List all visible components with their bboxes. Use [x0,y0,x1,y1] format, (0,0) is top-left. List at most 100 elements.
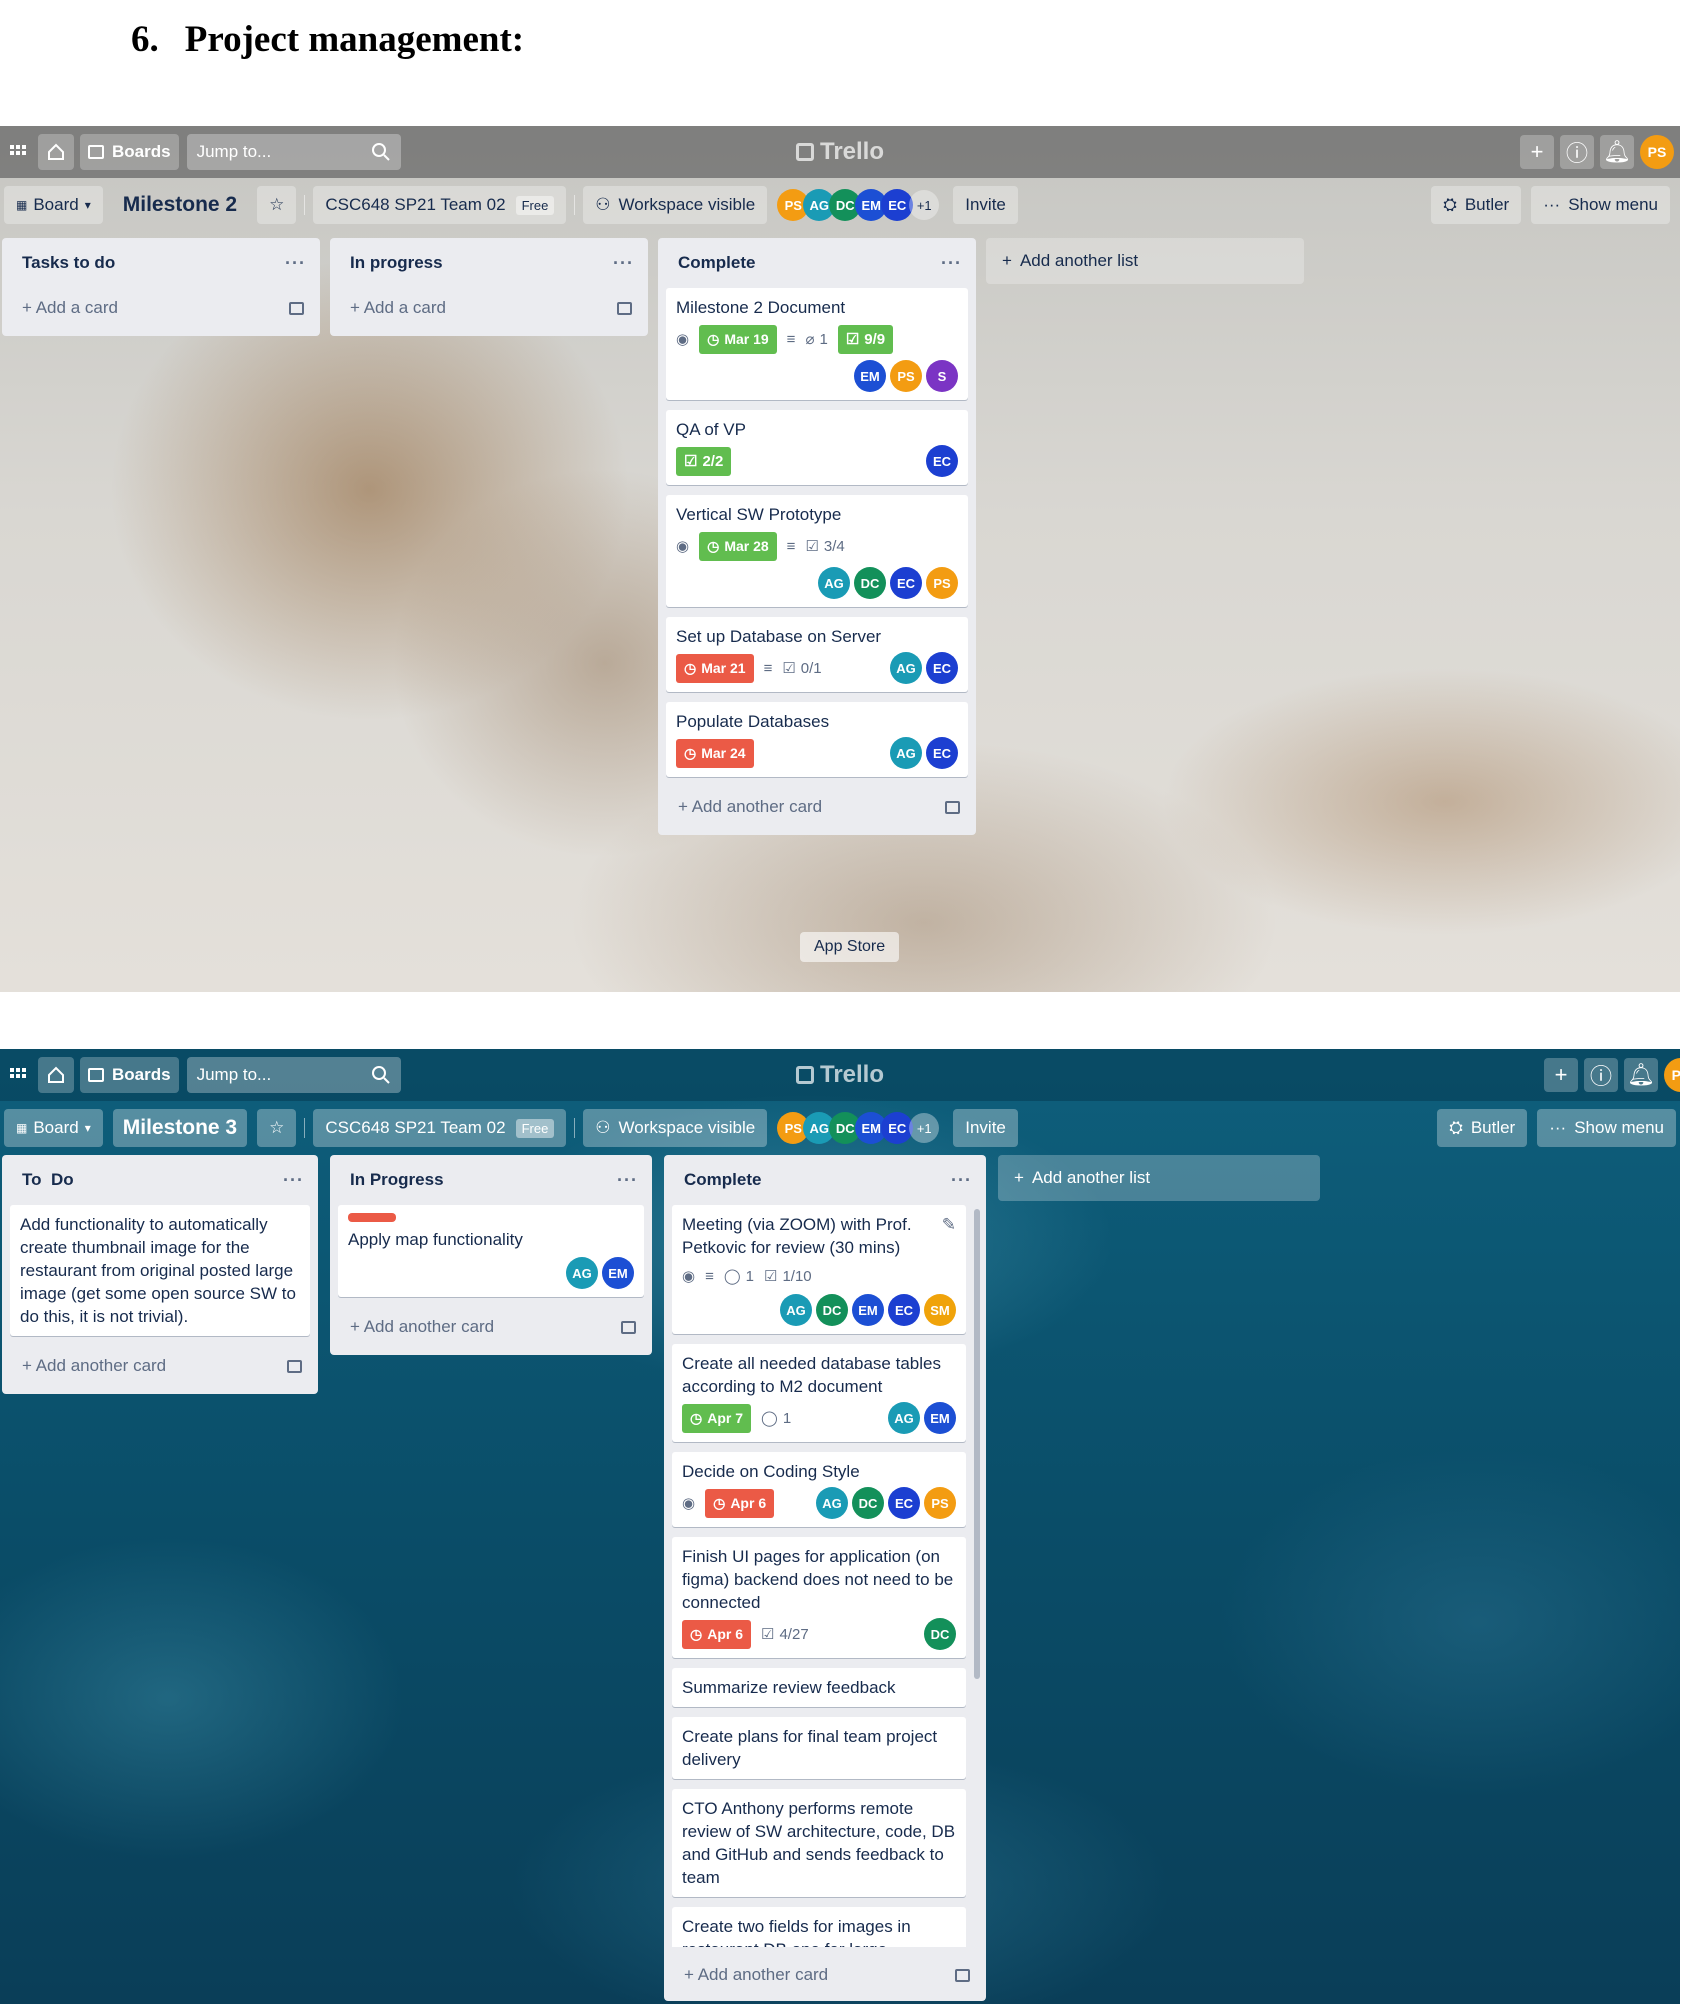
add-list-button[interactable]: + Add another list [986,238,1304,284]
member-avatar[interactable]: EM [602,1257,634,1289]
member-avatar[interactable]: EM [854,360,886,392]
notification-bell-icon[interactable]: 🔔︎ [1600,135,1634,169]
jump-to-search[interactable]: Jump to... [186,1057,401,1093]
add-card-button[interactable]: + Add a card [10,288,312,328]
member-avatar[interactable]: DC [852,1487,884,1519]
list-scrollbar[interactable] [974,1209,980,1679]
more-members-badge[interactable]: +1 [909,1113,940,1143]
card-template-icon[interactable] [955,1968,970,1982]
member-avatar[interactable]: PS [926,567,958,599]
card[interactable]: Summarize review feedback [672,1668,966,1707]
list-title[interactable]: In progress [350,253,443,273]
due-date-badge[interactable]: ◷ Mar 19 [699,325,777,354]
card[interactable]: Set up Database on Server ◷ Mar 21 ≡ ☑ 0/1… [666,617,968,692]
boards-button[interactable]: Boards [80,1057,179,1093]
due-date-badge[interactable]: ◷ Apr 6 [705,1488,775,1518]
list-title[interactable]: Complete [678,253,755,273]
star-icon[interactable]: ☆ [257,1109,297,1147]
due-date-badge[interactable]: ◷ Apr 7 [682,1403,752,1433]
add-list-button[interactable]: + Add another list [998,1155,1320,1201]
card[interactable]: Create two fields for images in restaura… [672,1907,966,1947]
create-plus-icon[interactable]: + [1544,1058,1578,1092]
show-menu-button[interactable]: ··· Show menu [1531,186,1670,224]
edit-pencil-icon[interactable]: ✎ [942,1213,956,1236]
member-avatar[interactable]: PS [890,360,922,392]
visibility-button[interactable]: ⚇ Workspace visible [583,186,768,224]
member-avatar[interactable]: AG [816,1487,848,1519]
due-date-badge[interactable]: ◷ Mar 24 [676,738,754,768]
add-card-button[interactable]: + Add a card [338,288,640,328]
boards-button[interactable]: Boards [80,134,179,170]
card[interactable]: QA of VP ☑ 2/2 EC [666,410,968,485]
workspace-button[interactable]: CSC648 SP21 Team 02 Free [313,186,567,224]
list-menu-icon[interactable]: ··· [941,253,962,274]
due-date-badge[interactable]: ◷ Mar 21 [676,653,754,683]
card[interactable]: Meeting (via ZOOM) with Prof. Petkovic f… [672,1205,966,1334]
list-title[interactable]: In Progress [350,1170,444,1190]
card[interactable]: CTO Anthony performs remote review of SW… [672,1789,966,1897]
jump-to-search[interactable]: Jump to... [186,134,401,170]
member-avatar[interactable]: DC [924,1618,956,1650]
member-avatar[interactable]: DC [816,1294,848,1326]
due-date-badge[interactable]: ◷ Apr 6 [682,1619,752,1649]
member-avatar[interactable]: EM [924,1402,956,1434]
trello-logo[interactable]: Trello [795,138,884,166]
member-avatar[interactable]: AG [818,567,850,599]
star-icon[interactable]: ☆ [257,186,297,224]
list-title[interactable]: To Do [22,1170,74,1190]
home-icon[interactable] [38,1057,74,1093]
card-template-icon[interactable] [945,800,960,814]
member-avatar[interactable]: DC [854,567,886,599]
add-card-button[interactable]: + Add another card [10,1346,310,1386]
card-template-icon[interactable] [289,301,304,315]
add-card-button[interactable]: + Add another card [666,787,968,827]
card[interactable]: Vertical SW Prototype ◉ ◷ Mar 28 ≡ ☑ 3/4 A… [666,495,968,607]
card-template-icon[interactable] [287,1359,302,1373]
create-plus-icon[interactable]: + [1520,135,1554,169]
board-title[interactable]: Milestone 2 [113,186,247,224]
info-icon[interactable]: ⓘ [1560,135,1594,169]
home-icon[interactable] [38,134,74,170]
list-menu-icon[interactable]: ··· [283,1170,304,1191]
card[interactable]: Decide on Coding Style ◉ ◷ Apr 6 AG DC EC… [672,1452,966,1527]
card[interactable]: Apply map functionality AG EM [338,1205,644,1297]
info-icon[interactable]: ⓘ [1584,1058,1618,1092]
card[interactable]: Finish UI pages for application (on figm… [672,1537,966,1658]
user-avatar[interactable]: PS [1664,1058,1680,1092]
member-avatar[interactable]: AG [890,652,922,684]
notification-bell-icon[interactable]: 🔔︎ [1624,1058,1658,1092]
card[interactable]: Create all needed database tables accord… [672,1344,966,1442]
card-template-icon[interactable] [617,301,632,315]
member-avatar[interactable]: EC [926,737,958,769]
member-avatar[interactable]: AG [566,1257,598,1289]
card[interactable]: Populate Databases ◷ Mar 24 AG EC [666,702,968,777]
member-avatar[interactable]: EC [890,567,922,599]
card[interactable]: Add functionality to automatically creat… [10,1205,310,1336]
member-avatar[interactable]: AG [888,1402,920,1434]
member-avatar[interactable]: EC [888,1294,920,1326]
app-store-button[interactable]: App Store [800,932,900,962]
butler-button[interactable]: ⛭ Butler [1437,1109,1528,1147]
trello-logo[interactable]: Trello [795,1061,884,1089]
list-menu-icon[interactable]: ··· [613,253,634,274]
member-avatar[interactable]: PS [924,1487,956,1519]
card[interactable]: Create plans for final team project deli… [672,1717,966,1779]
board-title[interactable]: Milestone 3 [112,1109,248,1147]
member-avatar[interactable]: EC [926,652,958,684]
workspace-button[interactable]: CSC648 SP21 Team 02 Free [313,1109,567,1147]
list-menu-icon[interactable]: ··· [617,1170,638,1191]
invite-button[interactable]: Invite [953,186,1018,224]
list-menu-icon[interactable]: ··· [285,253,306,274]
list-title[interactable]: Tasks to do [22,253,115,273]
visibility-button[interactable]: ⚇ Workspace visible [583,1109,768,1147]
apps-grid-icon[interactable] [4,134,32,170]
add-card-button[interactable]: + Add another card [672,1955,978,1995]
card-label-red[interactable] [348,1213,396,1222]
user-avatar[interactable]: PS [1640,135,1674,169]
butler-button[interactable]: ⛭ Butler [1431,186,1522,224]
member-avatar[interactable]: EC [888,1487,920,1519]
invite-button[interactable]: Invite [953,1109,1018,1147]
card[interactable]: Milestone 2 Document ◉ ◷ Mar 19 ≡ ⌀ 1 ☑ 9/9… [666,288,968,400]
board-view-switcher[interactable]: ▦ Board ▾ [4,186,103,224]
member-avatar[interactable]: S [926,360,958,392]
